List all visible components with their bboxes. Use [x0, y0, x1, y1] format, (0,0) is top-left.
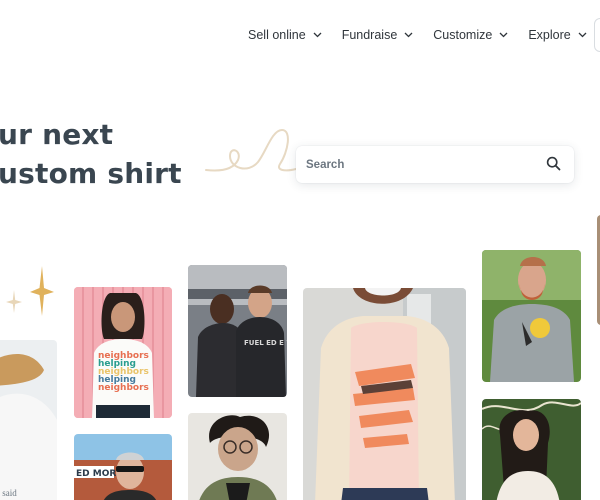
search-icon[interactable]: [546, 156, 561, 171]
photo-bearded-man[interactable]: [482, 250, 581, 382]
main-nav: Sell online Fundraise Customize Explore: [248, 26, 600, 44]
photo-image: [188, 413, 287, 500]
hero-headline-line2: ustom shirt: [0, 157, 182, 190]
photo-man-sunglasses[interactable]: ED MORE: [74, 434, 172, 500]
photo-woman-floral[interactable]: [482, 399, 581, 500]
search-box[interactable]: [296, 146, 574, 183]
nav-customize-label: Customize: [433, 28, 493, 42]
hero-headline: ur next ustom shirt: [0, 115, 182, 193]
nav-sell-online[interactable]: Sell online: [248, 28, 322, 42]
banner-text: ED MORE: [76, 469, 122, 479]
photo-image: ED MORE: [74, 434, 172, 500]
photo-woman-neighbors-shirt[interactable]: neighbors helping neighbors helping neig…: [74, 287, 172, 418]
decorative-squiggle: [205, 128, 297, 172]
nav-cta-button-edge[interactable]: [594, 18, 600, 52]
photo-woman-glasses[interactable]: [188, 413, 287, 500]
photo-image: FUEL ED E WATER: [188, 265, 287, 397]
nav-explore-label: Explore: [528, 28, 571, 42]
photo-image: [482, 250, 581, 382]
nav-sell-online-label: Sell online: [248, 28, 306, 42]
shirt-fragment-text: e said: [0, 488, 17, 498]
photo-two-men-water-shirts[interactable]: FUEL ED E WATER: [188, 265, 287, 397]
photo-woman-hands-shirt[interactable]: [303, 288, 466, 500]
nav-fundraise[interactable]: Fundraise: [342, 28, 414, 42]
chevron-down-icon: [578, 32, 587, 38]
photo-image: e said: [0, 340, 57, 500]
sparkle-icon: [6, 266, 54, 316]
shirt-water-text: FUEL ED E WATER: [244, 339, 287, 347]
photo-person-white-hoodie[interactable]: e said: [0, 340, 57, 500]
nav-explore[interactable]: Explore: [528, 28, 587, 42]
photo-image: [482, 399, 581, 500]
photo-image: neighbors helping neighbors helping neig…: [74, 287, 172, 418]
shirt-text-5: neighbors: [98, 383, 149, 393]
chevron-down-icon: [313, 32, 322, 38]
nav-fundraise-label: Fundraise: [341, 28, 398, 42]
photo-image: [303, 288, 466, 500]
hero-headline-line1: ur next: [0, 118, 114, 151]
search-input[interactable]: [296, 146, 526, 183]
chevron-down-icon: [499, 32, 508, 38]
chevron-down-icon: [404, 32, 413, 38]
nav-customize[interactable]: Customize: [433, 28, 508, 42]
